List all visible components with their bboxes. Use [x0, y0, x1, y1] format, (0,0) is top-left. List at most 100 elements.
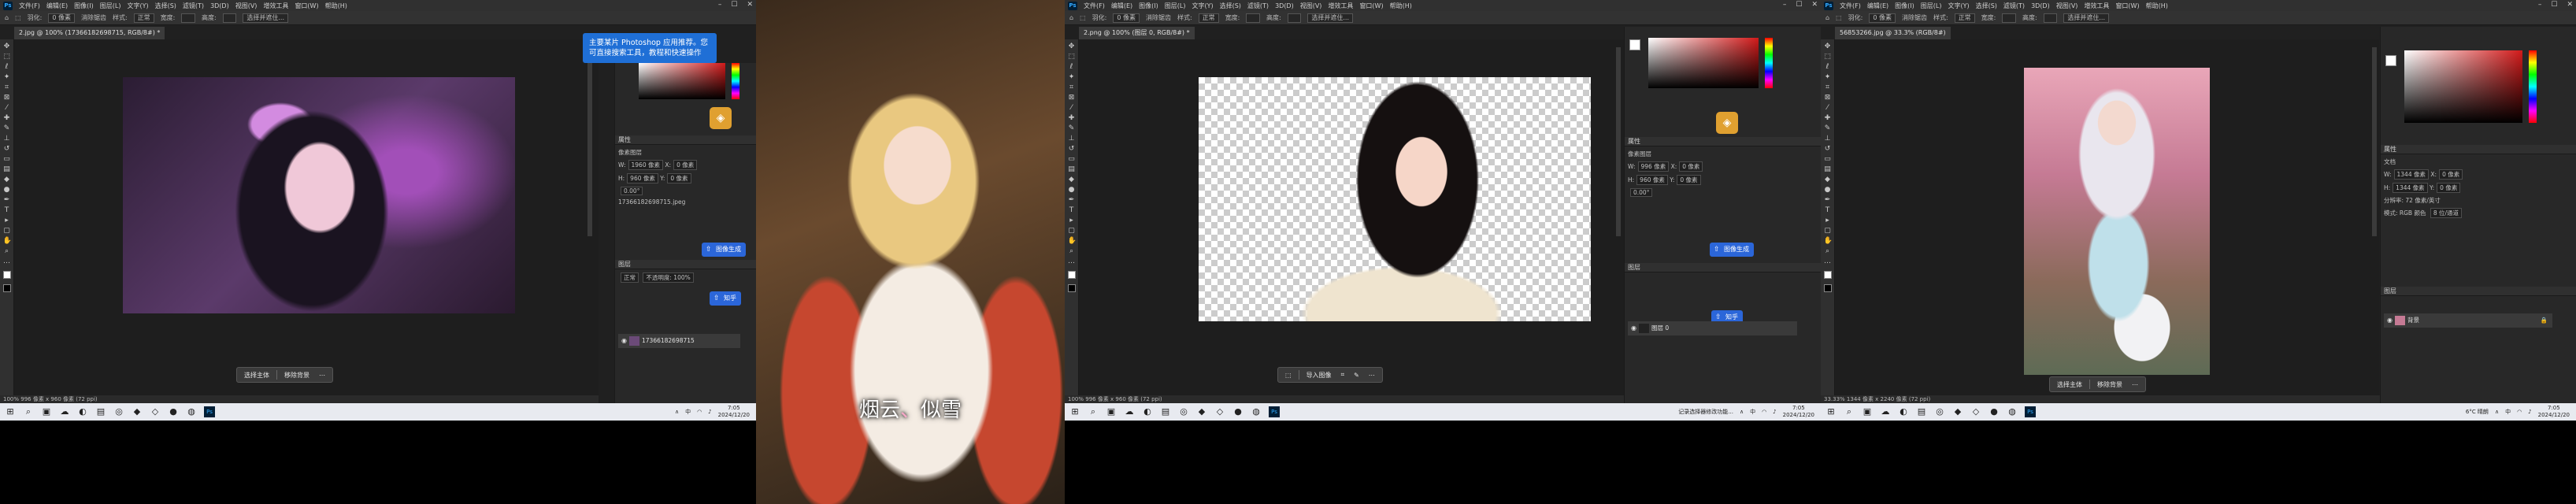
menu-image[interactable]: 图像(I): [74, 2, 94, 10]
blur-tool-icon[interactable]: ◆: [3, 176, 11, 183]
canvas-area[interactable]: [14, 39, 599, 395]
app-icon[interactable]: ◍: [186, 406, 197, 417]
home-icon[interactable]: ⌂: [1069, 14, 1073, 21]
style-select[interactable]: 正常: [1954, 13, 1975, 23]
close-icon[interactable]: ✕: [1811, 1, 1818, 9]
dodge-tool-icon[interactable]: ●: [1068, 186, 1076, 194]
height-field[interactable]: 960 像素: [1636, 175, 1668, 185]
history-brush-icon[interactable]: ↺: [1824, 145, 1832, 153]
hue-slider[interactable]: [1765, 38, 1773, 88]
home-icon[interactable]: ⌂: [5, 14, 9, 21]
foreground-color-swatch[interactable]: [2385, 55, 2396, 66]
opacity-field[interactable]: 不透明度: 100%: [643, 272, 694, 283]
menu-view[interactable]: 视图(V): [235, 2, 258, 10]
shape-tool-icon[interactable]: ▢: [1068, 227, 1076, 235]
lasso-tool-icon[interactable]: ℓ: [1824, 63, 1832, 71]
height-input[interactable]: [2043, 13, 2058, 23]
stamp-tool-icon[interactable]: ⊥: [1824, 135, 1832, 143]
app-icon[interactable]: ◆: [132, 406, 143, 417]
menu-edit[interactable]: 编辑(E): [1867, 2, 1888, 10]
angle-field[interactable]: 0.00°: [1630, 188, 1653, 197]
menu-file[interactable]: 文件(F): [1840, 2, 1861, 10]
document-tab[interactable]: 2.png @ 100% (图层 0, RGB/8#) *: [1079, 27, 1195, 39]
app-icon[interactable]: ◇: [1970, 406, 1981, 417]
zhihu-button[interactable]: 知乎: [710, 291, 741, 306]
menu-3d[interactable]: 3D(D): [1275, 2, 1294, 9]
dodge-tool-icon[interactable]: ●: [1824, 186, 1832, 194]
marquee-icon[interactable]: ⬚: [15, 14, 21, 21]
type-tool-icon[interactable]: T: [1068, 206, 1076, 214]
brush-icon[interactable]: ✎: [1351, 372, 1362, 379]
eyedropper-icon[interactable]: ⁄: [1824, 104, 1832, 112]
vertical-scrollbar[interactable]: [587, 47, 592, 236]
app-icon[interactable]: ◇: [150, 406, 161, 417]
lock-icon[interactable]: 🔒: [2541, 313, 2548, 328]
x-field[interactable]: 0 像素: [673, 160, 698, 170]
move-tool-icon[interactable]: ✥: [3, 43, 11, 50]
menu-edit[interactable]: 编辑(E): [46, 2, 68, 10]
minimize-icon[interactable]: –: [2538, 1, 2542, 9]
color-picker[interactable]: [2404, 50, 2522, 123]
gradient-icon[interactable]: ▤: [3, 165, 11, 173]
menu-image[interactable]: 图像(I): [1139, 2, 1158, 10]
dodge-tool-icon[interactable]: ●: [3, 186, 11, 194]
crop-tool-icon[interactable]: ⌗: [1824, 83, 1832, 91]
maximize-icon[interactable]: ☐: [731, 1, 737, 9]
weather-status[interactable]: 6°C 晴朗: [2466, 408, 2489, 416]
hue-slider[interactable]: [732, 63, 739, 99]
color-picker[interactable]: [639, 63, 725, 99]
app-icon[interactable]: ●: [168, 406, 179, 417]
antialias-checkbox[interactable]: 消除锯齿: [1146, 13, 1171, 22]
tray-chevron-icon[interactable]: ∧: [1740, 409, 1744, 415]
gradient-icon[interactable]: ▤: [1824, 165, 1832, 173]
brush-tool-icon[interactable]: ✎: [3, 124, 11, 132]
clock[interactable]: 7:05 2024/12/20: [2538, 405, 2570, 419]
crop-icon[interactable]: ⌗: [1339, 371, 1347, 379]
search-icon[interactable]: ⌕: [1844, 406, 1855, 417]
windows-start-icon[interactable]: ⊞: [1825, 406, 1837, 417]
app-icon[interactable]: ●: [1232, 406, 1244, 417]
type-tool-icon[interactable]: T: [3, 206, 11, 214]
edge-icon[interactable]: ◐: [77, 406, 88, 417]
select-subject-button[interactable]: 选择主体: [2055, 380, 2085, 389]
file-explorer-icon[interactable]: ▤: [95, 406, 106, 417]
healing-brush-icon[interactable]: ✚: [1068, 114, 1076, 122]
photoshop-taskbar-icon[interactable]: Ps: [204, 406, 215, 417]
menu-filter[interactable]: 滤镜(T): [1247, 2, 1269, 10]
input-language[interactable]: 中: [685, 408, 691, 416]
hue-slider[interactable]: [2529, 50, 2537, 123]
background-color-swatch[interactable]: [1067, 284, 1076, 292]
move-tool-icon[interactable]: ✥: [1824, 43, 1832, 50]
menu-layer[interactable]: 图层(L): [1921, 2, 1942, 10]
tray-chevron-icon[interactable]: ∧: [675, 409, 679, 415]
move-tool-icon[interactable]: ✥: [1068, 43, 1076, 50]
menu-filter[interactable]: 滤镜(T): [2003, 2, 2025, 10]
history-brush-icon[interactable]: ↺: [3, 145, 11, 153]
chrome-icon[interactable]: ◎: [1178, 406, 1189, 417]
eraser-icon[interactable]: ▭: [3, 155, 11, 163]
healing-brush-icon[interactable]: ✚: [1824, 114, 1832, 122]
menu-select[interactable]: 选择(S): [1976, 2, 1997, 10]
minimize-icon[interactable]: –: [1783, 1, 1787, 9]
type-tool-icon[interactable]: T: [1824, 206, 1832, 214]
more-options-icon[interactable]: ⋯: [317, 372, 328, 379]
feather-input[interactable]: 0 像素: [48, 13, 75, 23]
eyedropper-icon[interactable]: ⁄: [3, 104, 11, 112]
more-tools-icon[interactable]: …: [1824, 258, 1832, 265]
app-icon[interactable]: ●: [1989, 406, 2000, 417]
menu-plugins[interactable]: 增效工具: [1328, 2, 1353, 10]
input-language[interactable]: 中: [2505, 408, 2511, 416]
document-tab[interactable]: 2.jpg @ 100% (17366182698715, RGB/8#) *: [14, 27, 165, 39]
layer-row[interactable]: ◉ 17366182698715: [618, 334, 740, 348]
background-color-swatch[interactable]: [2, 284, 11, 292]
more-options-icon[interactable]: ⋯: [2129, 381, 2140, 388]
menu-select[interactable]: 选择(S): [155, 2, 176, 10]
pen-tool-icon[interactable]: ✒: [1068, 196, 1076, 204]
menu-view[interactable]: 视图(V): [1300, 2, 1322, 10]
app-icon[interactable]: ◍: [2007, 406, 2018, 417]
home-icon[interactable]: ⌂: [1825, 14, 1829, 21]
marquee-icon[interactable]: ⬚: [1080, 14, 1086, 21]
path-select-icon[interactable]: ▸: [3, 217, 11, 224]
menu-layer[interactable]: 图层(L): [1165, 2, 1186, 10]
notification-text[interactable]: 记录选择器修改功能...: [1678, 408, 1733, 416]
